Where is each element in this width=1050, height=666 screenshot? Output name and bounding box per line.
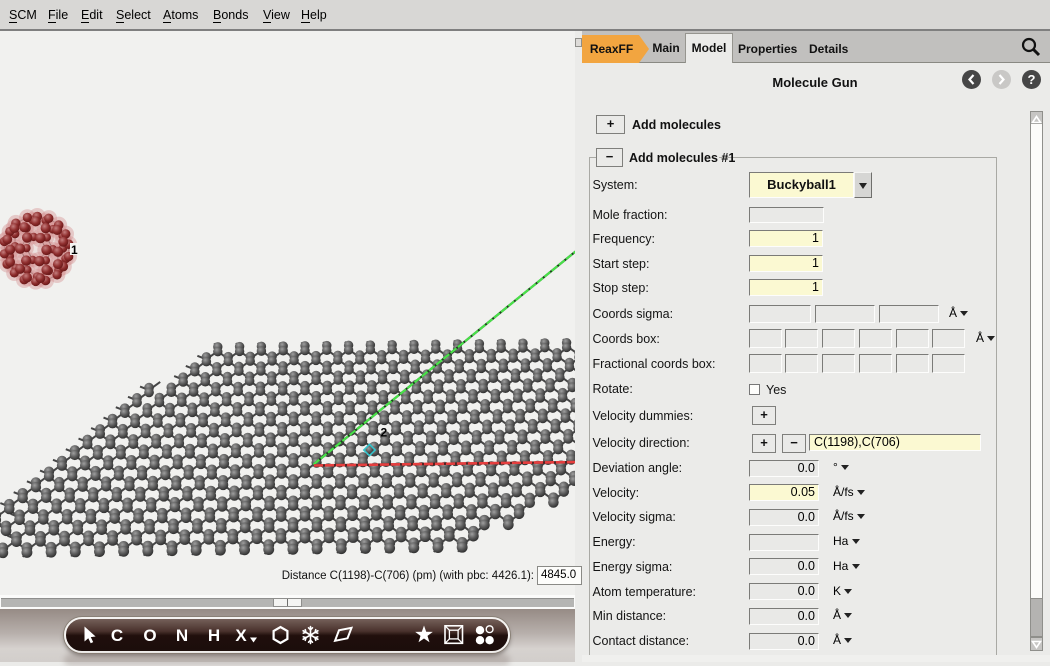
svg-text:N: N bbox=[176, 626, 188, 645]
svg-text:X: X bbox=[235, 626, 247, 645]
svg-text:C: C bbox=[111, 626, 123, 645]
svg-text:H: H bbox=[208, 626, 220, 645]
svg-text:2: 2 bbox=[381, 426, 388, 440]
svg-text:O: O bbox=[143, 626, 156, 645]
svg-text:1: 1 bbox=[71, 243, 78, 257]
